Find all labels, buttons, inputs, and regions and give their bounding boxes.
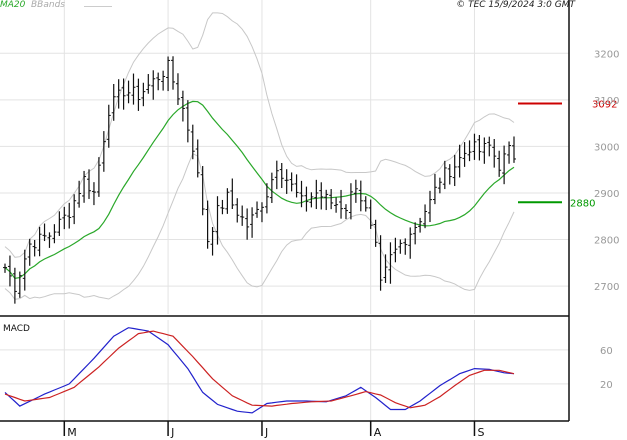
- macd-line: [4, 327, 515, 414]
- x-tick-label: M: [67, 426, 77, 439]
- ohlc-bars: [3, 56, 516, 304]
- macd-y-axis-labels: 2060: [600, 346, 613, 391]
- support-label: 2880: [570, 198, 595, 209]
- stock-chart: 30922880 270028002900300031003200 2060 M…: [0, 0, 619, 439]
- price-y-axis-labels: 2700 2800 2900 3000 3100 3200: [594, 49, 619, 293]
- x-axis-ticks: MJJAS: [63, 421, 484, 439]
- ma20-path: [4, 100, 515, 279]
- price-y-tick-label: 2700: [594, 282, 619, 293]
- price-panel-grid: [0, 0, 569, 421]
- price-y-tick-label: 3000: [594, 142, 619, 153]
- legend-bbands-swatch: [84, 6, 112, 7]
- copyright-timestamp: © TEC 15/9/2024 3:0 GMT: [456, 0, 575, 10]
- x-tick-label: S: [477, 426, 484, 439]
- price-y-tick-label: 3100: [594, 96, 619, 107]
- macd-y-tick-label: 20: [600, 380, 613, 391]
- bollinger-bands: [4, 12, 515, 300]
- bollinger-upper: [4, 12, 515, 258]
- legend-bbands: BBands: [31, 0, 65, 10]
- ma20-line: [4, 100, 515, 279]
- x-tick-label: J: [264, 426, 268, 439]
- macd-lines: [4, 327, 515, 414]
- price-y-tick-label: 3200: [594, 49, 619, 60]
- macd-y-tick-label: 60: [600, 346, 613, 357]
- price-y-tick-label: 2900: [594, 189, 619, 200]
- legend-ma20: MA20: [0, 0, 26, 10]
- signal-line: [4, 330, 515, 409]
- macd-title: MACD: [3, 324, 30, 334]
- price-y-tick-label: 2800: [594, 236, 619, 247]
- x-tick-label: J: [170, 426, 174, 439]
- x-tick-label: A: [374, 426, 382, 439]
